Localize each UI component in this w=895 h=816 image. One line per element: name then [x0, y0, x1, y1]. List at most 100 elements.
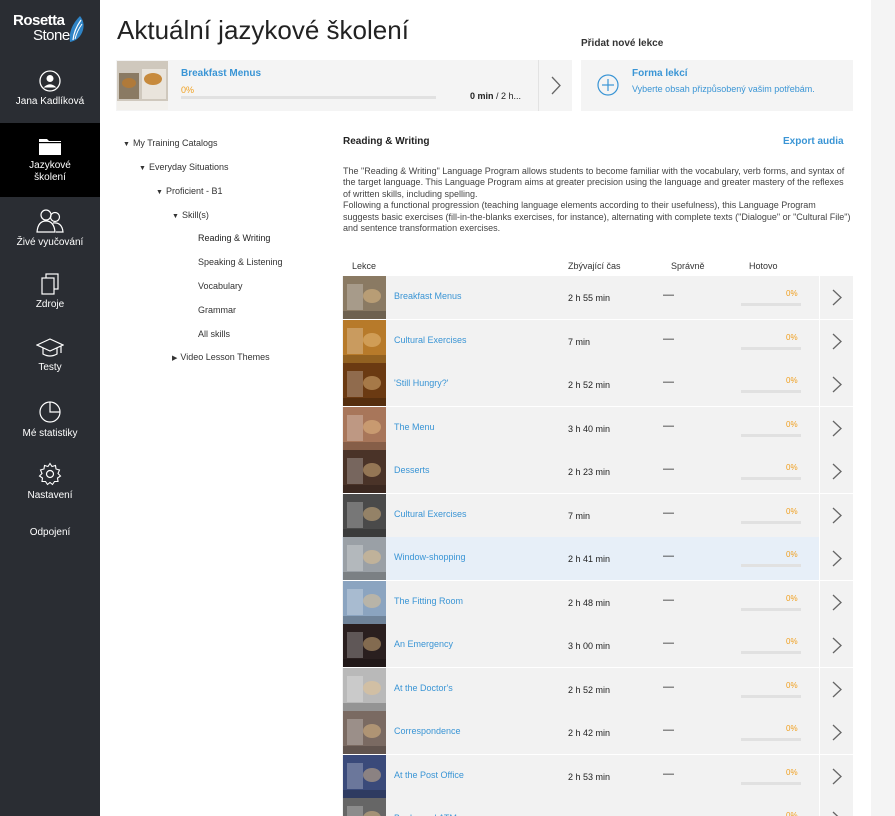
lesson-name[interactable]: Window-shopping — [394, 552, 466, 562]
nav-my-stats[interactable]: Mé statistiky — [0, 400, 100, 439]
current-lesson-percent: 0% — [181, 85, 195, 95]
column-header-lesson: Lekce — [352, 261, 377, 271]
lesson-format-card[interactable]: Forma lekcí Vyberte obsah přizpůsobený v… — [581, 60, 853, 111]
nav-logout[interactable]: Odpojení — [0, 527, 100, 538]
lesson-done-percent: 0% — [786, 376, 798, 385]
lesson-name[interactable]: Breakfast Menus — [394, 291, 462, 301]
lesson-row[interactable]: The Fitting Room 2 h 48 min — 0% — [342, 580, 853, 624]
lesson-row[interactable]: Cultural Exercises 7 min — 0% — [342, 319, 853, 363]
nav-live-teaching[interactable]: Živé vyučování — [0, 207, 100, 248]
nav-tests[interactable]: Testy — [0, 338, 100, 373]
nav-settings[interactable]: Nastavení — [0, 462, 100, 501]
lesson-name[interactable]: Correspondence — [394, 726, 461, 736]
plus-circle-icon — [597, 74, 619, 96]
lesson-open-button[interactable] — [819, 450, 853, 493]
tree-node-everyday-situations[interactable]: ▼ Everyday Situations — [139, 162, 228, 172]
tree-leaf-vocabulary[interactable]: Vocabulary — [198, 281, 243, 291]
lesson-name[interactable]: The Menu — [394, 422, 435, 432]
chevron-right-icon — [832, 420, 842, 436]
lesson-correct: — — [663, 506, 674, 519]
tree-node-video-lesson-themes[interactable]: ▶ Video Lesson Themes — [172, 352, 270, 362]
tree-node-my-catalogs[interactable]: ▼ My Training Catalogs — [123, 138, 217, 148]
lesson-remaining-time: 7 min — [568, 336, 591, 347]
lesson-thumbnail — [343, 798, 386, 816]
lesson-done-percent: 0% — [786, 289, 798, 298]
tree-node-skills[interactable]: ▼ Skill(s) — [172, 210, 209, 220]
lesson-done-percent: 0% — [786, 811, 798, 816]
lesson-row[interactable]: Desserts 2 h 23 min — 0% — [342, 450, 853, 493]
tree-leaf-speaking-listening[interactable]: Speaking & Listening — [198, 257, 283, 267]
chevron-right-icon — [832, 507, 842, 523]
lesson-correct: — — [663, 811, 674, 816]
tree-leaf-grammar[interactable]: Grammar — [198, 305, 236, 315]
current-lesson-open-button[interactable] — [538, 60, 572, 111]
export-audio-link[interactable]: Export audia — [783, 136, 844, 147]
lesson-name[interactable]: 'Still Hungry?' — [394, 378, 448, 388]
lesson-done-percent: 0% — [786, 332, 798, 342]
lesson-correct: — — [663, 680, 674, 693]
lesson-row[interactable]: An Emergency 3 h 00 min — 0% — [342, 624, 853, 667]
section-title: Reading & Writing — [343, 136, 430, 147]
lesson-open-button[interactable] — [819, 754, 853, 798]
lesson-name[interactable]: At the Doctor's — [394, 683, 453, 693]
lesson-progress-bar — [741, 738, 801, 741]
lesson-row[interactable]: At the Doctor's 2 h 52 min — 0% — [342, 667, 853, 711]
lesson-progress-bar — [741, 390, 801, 393]
chevron-right-icon — [832, 724, 842, 741]
lesson-progress-bar — [741, 433, 801, 437]
lesson-remaining-time: 3 h 00 min — [568, 641, 611, 651]
lesson-open-button[interactable] — [819, 667, 853, 711]
lesson-correct: — — [663, 637, 674, 649]
lesson-open-button[interactable] — [819, 798, 853, 816]
lesson-done-percent: 0% — [786, 724, 798, 733]
lesson-row[interactable]: The Menu 3 h 40 min — 0% — [342, 406, 853, 450]
lesson-name[interactable]: An Emergency — [394, 639, 453, 649]
nav-resources[interactable]: Zdroje — [0, 273, 100, 310]
lesson-row[interactable]: At the Post Office 2 h 53 min — 0% — [342, 754, 853, 798]
lesson-open-button[interactable] — [819, 406, 853, 450]
tree-node-proficient-b1[interactable]: ▼ Proficient - B1 — [156, 186, 222, 196]
lesson-open-button[interactable] — [819, 493, 853, 537]
lesson-name[interactable]: Cultural Exercises — [394, 509, 467, 519]
tree-leaf-all-skills[interactable]: All skills — [198, 329, 230, 339]
nav-language-training[interactable]: Jazykové školení — [0, 123, 100, 197]
lesson-row[interactable]: Banks and ATMs2 h 50 min—0% — [342, 798, 853, 816]
lesson-row[interactable]: 'Still Hungry?' 2 h 52 min — 0% — [342, 363, 853, 406]
lesson-correct: — — [663, 376, 674, 388]
lesson-open-button[interactable] — [819, 624, 853, 667]
nav-label-tests: Testy — [38, 362, 62, 373]
lesson-correct: — — [663, 419, 674, 432]
chevron-right-icon — [832, 637, 842, 654]
lesson-name[interactable]: The Fitting Room — [394, 596, 463, 606]
lesson-open-button[interactable] — [819, 363, 853, 406]
description-paragraph: The "Reading & Writing" Language Program… — [343, 166, 845, 199]
lesson-name[interactable]: Cultural Exercises — [394, 335, 467, 345]
lesson-open-button[interactable] — [819, 580, 853, 624]
tree-leaf-reading-writing[interactable]: Reading & Writing — [198, 233, 270, 243]
lesson-open-button[interactable] — [819, 319, 853, 363]
lesson-row[interactable]: Cultural Exercises 7 min — 0% — [342, 493, 853, 537]
lesson-row[interactable]: Window-shopping 2 h 41 min — 0% — [342, 537, 853, 580]
lesson-done-percent: 0% — [786, 419, 798, 429]
lesson-open-button[interactable] — [819, 711, 853, 754]
caret-down-icon: ▼ — [156, 189, 163, 196]
rosetta-stone-logo[interactable]: Rosetta Stone — [0, 0, 100, 58]
lesson-name[interactable]: At the Post Office — [394, 770, 464, 780]
lesson-correct: — — [663, 724, 674, 736]
lesson-thumbnail — [343, 624, 386, 667]
lesson-row[interactable]: Correspondence 2 h 42 min — 0% — [342, 711, 853, 754]
current-lesson-card[interactable]: Breakfast Menus 0% 0 min / 2 h... — [116, 60, 572, 111]
lesson-open-button[interactable] — [819, 276, 853, 319]
lesson-correct: — — [663, 767, 674, 780]
scrollbar[interactable] — [871, 0, 895, 816]
chevron-right-icon — [832, 768, 842, 784]
page-title: Aktuální jazykové školení — [117, 15, 409, 45]
lesson-name[interactable]: Desserts — [394, 465, 430, 475]
chevron-right-icon — [832, 594, 842, 610]
lesson-progress-bar — [741, 564, 801, 567]
documents-icon — [41, 273, 59, 295]
lesson-progress-bar — [741, 346, 801, 350]
user-profile[interactable]: Jana Kadlíková — [0, 70, 100, 120]
lesson-row[interactable]: Breakfast Menus 2 h 55 min — 0% — [342, 276, 853, 319]
lesson-open-button[interactable] — [819, 537, 853, 580]
